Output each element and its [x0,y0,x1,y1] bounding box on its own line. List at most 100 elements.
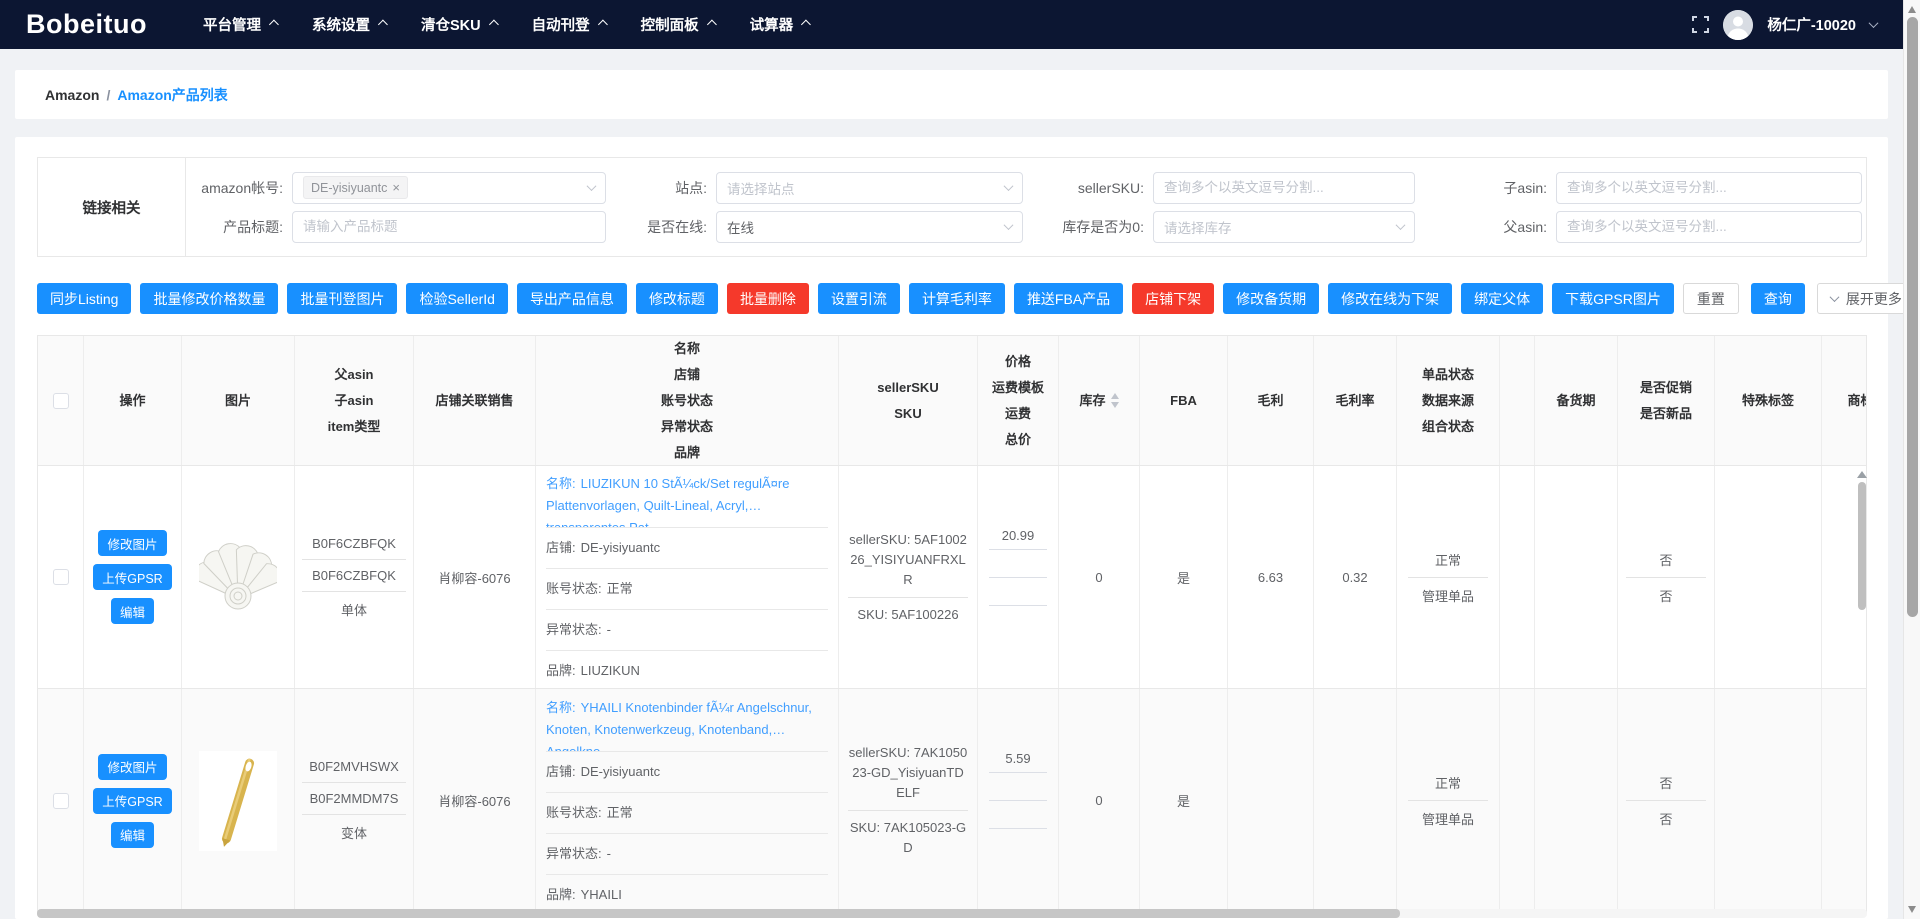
online-select[interactable]: 在线 [716,211,1023,243]
edit-image-button[interactable]: 修改图片 [98,530,166,556]
push-fba-button[interactable]: 推送FBA产品 [1014,283,1123,314]
product-name-link[interactable]: 名称:YHAILI Knotenbinder fÃ¼r Angelschnur,… [546,687,828,751]
site-select[interactable]: 请选择站点 [716,172,1023,204]
site-label: 站点: [606,178,716,198]
scroll-up-icon[interactable] [1908,6,1916,13]
header-store-relation: 店铺关联销售 [414,336,536,465]
stock-zero-select[interactable]: 请选择库存 [1153,211,1415,243]
user-name[interactable]: 杨仁广-10020 [1767,14,1856,35]
sku-value: SKU: 5AF100226 [848,597,968,632]
menu-calculator[interactable]: 试算器 [750,14,809,35]
batch-delete-button[interactable]: 批量删除 [727,283,809,314]
action-toolbar: 同步Listing 批量修改价格数量 批量刊登图片 检验SellerId 导出产… [37,283,1867,314]
app-logo[interactable]: Bobeituo [26,9,147,40]
select-all-checkbox[interactable] [53,393,69,409]
header-spacer [1500,336,1535,465]
set-traffic-button[interactable]: 设置引流 [818,283,900,314]
chevron-up-icon [378,20,388,30]
parent-asin-value: B0F2MVHSWX [302,751,406,782]
batch-edit-price-qty-button[interactable]: 批量修改价格数量 [140,283,278,314]
chevron-up-icon [489,20,499,30]
margin-value: 0.32 [1314,466,1397,688]
table-header: 操作 图片 父asin子asinitem类型 店铺关联销售 名称店铺账号状态异常… [38,336,1866,466]
child-asin-value: B0F6CZBFQK [302,559,406,591]
sellersku-value: sellerSKU: 5AF100226_YISIYUANFRXLR [848,523,968,597]
stock-value: 0 [1059,466,1140,688]
row-checkbox[interactable] [53,569,69,585]
amazon-account-select[interactable]: DE-yisiyuantc × [292,172,606,204]
edit-online-to-delist-button[interactable]: 修改在线为下架 [1328,283,1452,314]
menu-system-settings[interactable]: 系统设置 [312,14,385,35]
calc-margin-button[interactable]: 计算毛利率 [909,283,1005,314]
chevron-up-icon [598,20,608,30]
breadcrumb: Amazon / Amazon产品列表 [15,70,1888,119]
child-asin-value: B0F2MMDM7S [302,782,406,814]
menu-clearance-sku[interactable]: 清仓SKU [421,14,496,35]
avatar[interactable] [1723,10,1753,40]
row-checkbox[interactable] [53,793,69,809]
scroll-up-icon[interactable] [1857,471,1867,478]
check-sellerid-button[interactable]: 检验SellerId [406,283,507,314]
breadcrumb-separator: / [106,87,110,103]
remove-tag-icon[interactable]: × [392,181,400,194]
product-title-input[interactable] [292,211,606,243]
menu-platform-management[interactable]: 平台管理 [203,14,276,35]
product-image-gold-knot-tool[interactable] [199,751,277,851]
table-row: 修改图片 上传GPSR 编辑 [38,689,1866,913]
top-navbar: Bobeituo 平台管理 系统设置 清仓SKU 自动刊登 控制面板 试算器 杨… [0,0,1903,49]
scroll-down-icon[interactable] [1908,906,1916,913]
store-delist-button[interactable]: 店铺下架 [1132,283,1214,314]
export-product-info-button[interactable]: 导出产品信息 [517,283,627,314]
profit-value: 6.63 [1228,466,1314,688]
edit-lead-time-button[interactable]: 修改备货期 [1223,283,1319,314]
bind-parent-button[interactable]: 绑定父体 [1461,283,1543,314]
edit-button[interactable]: 编辑 [111,598,154,624]
table-vertical-scrollbar-thumb[interactable] [1858,482,1866,610]
chevron-up-icon [801,20,811,30]
abnormal-status-value: 异常状态:- [546,609,828,650]
margin-value [1314,689,1397,912]
breadcrumb-current[interactable]: Amazon产品列表 [117,85,227,105]
product-name-link[interactable]: 名称:LIUZIKUN 10 StÃ¼ck/Set regulÃ¤re Plat… [546,463,828,527]
item-type-value: 单体 [302,591,406,627]
fba-value: 是 [1140,689,1228,912]
fullscreen-icon[interactable] [1692,16,1709,33]
breadcrumb-root[interactable]: Amazon [45,87,99,103]
edit-title-button[interactable]: 修改标题 [636,283,718,314]
batch-publish-images-button[interactable]: 批量刊登图片 [287,283,397,314]
edit-image-button[interactable]: 修改图片 [98,754,166,780]
is-new-value: 否 [1626,577,1706,613]
header-margin: 毛利率 [1314,336,1397,465]
table-row: 修改图片 上传GPSR 编辑 [38,466,1866,689]
table-horizontal-scrollbar-thumb[interactable] [37,909,1400,918]
upload-gpsr-button[interactable]: 上传GPSR [93,788,171,814]
download-gpsr-button[interactable]: 下载GPSR图片 [1552,283,1674,314]
upload-gpsr-button[interactable]: 上传GPSR [93,564,171,590]
stock-sort-control[interactable] [1111,393,1119,408]
data-source-value: 管理单品 [1408,577,1488,613]
header-info: 名称店铺账号状态异常状态品牌 [536,336,839,465]
sync-listing-button[interactable]: 同步Listing [37,283,131,314]
sellersku-input[interactable] [1153,172,1415,204]
table-vertical-scrollbar[interactable] [1857,469,1867,909]
reset-button[interactable]: 重置 [1683,283,1739,314]
price-value: 20.99 [1002,522,1035,549]
menu-auto-publish[interactable]: 自动刊登 [532,14,605,35]
page-scrollbar[interactable] [1903,0,1920,919]
product-image-quilt-template-fan[interactable] [199,527,277,627]
profit-value [1228,689,1314,912]
menu-control-panel[interactable]: 控制面板 [641,14,714,35]
expand-more-button[interactable]: 展开更多 [1817,283,1916,314]
edit-button[interactable]: 编辑 [111,822,154,848]
online-label: 是否在线: [606,217,716,237]
child-asin-input[interactable] [1556,172,1862,204]
search-button[interactable]: 查询 [1751,283,1805,314]
page-scrollbar-thumb[interactable] [1907,17,1918,617]
lead-time-value [1535,466,1618,688]
header-trademark: 商标词 [1822,336,1867,465]
shop-value: 店铺:DE-yisiyuantc [546,751,828,792]
table-horizontal-scrollbar[interactable] [37,909,1867,918]
parent-asin-input[interactable] [1556,211,1862,243]
chevron-up-icon [269,20,279,30]
main-menu: 平台管理 系统设置 清仓SKU 自动刊登 控制面板 试算器 [203,14,808,35]
